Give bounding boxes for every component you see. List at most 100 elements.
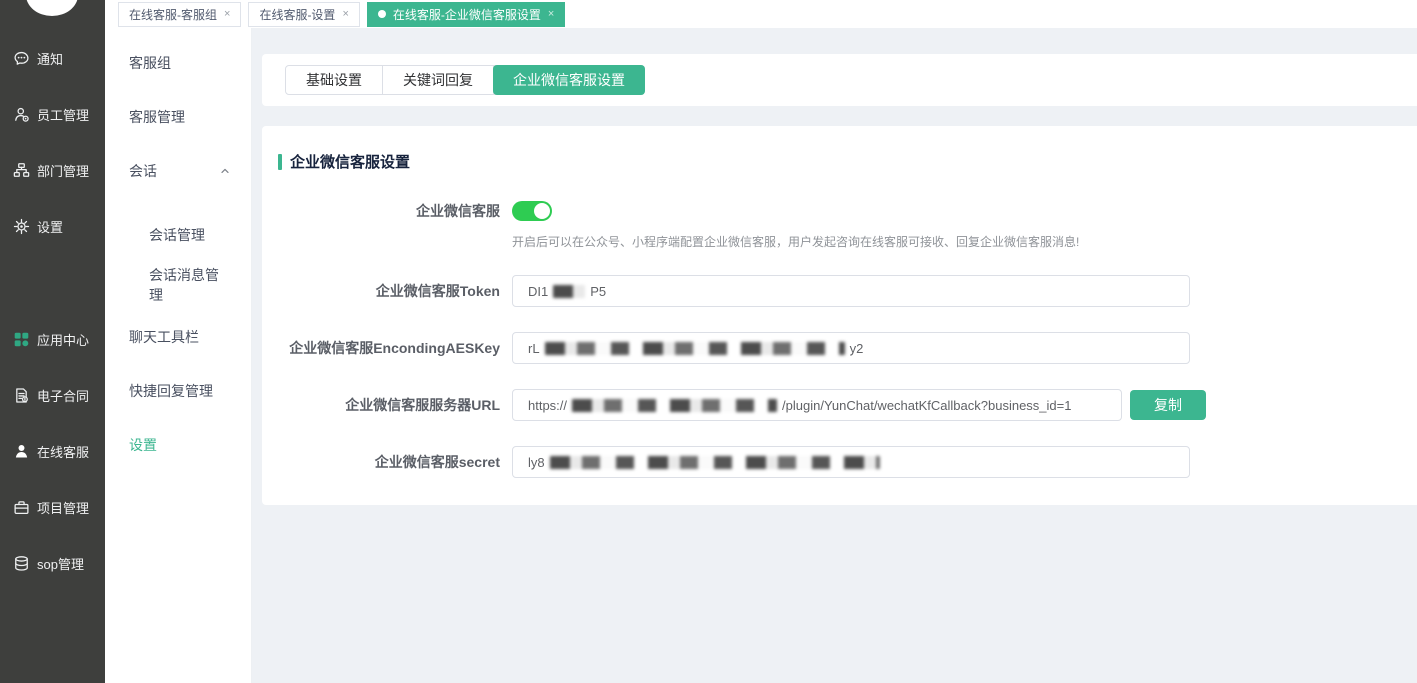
sidebar-item-label: sop管理 bbox=[37, 554, 84, 573]
window-tab-label: 在线客服-企业微信客服设置 bbox=[393, 6, 541, 23]
secret-input[interactable]: ly8 bbox=[512, 446, 1190, 478]
sidebar-item-label: 部门管理 bbox=[37, 161, 89, 180]
sidebar-item-label: 在线客服 bbox=[37, 442, 89, 461]
toggle-label: 企业微信客服 bbox=[262, 200, 512, 222]
toggle-row: 企业微信客服 开启后可以在公众号、小程序端配置企业微信客服，用户发起咨询在线客服… bbox=[262, 200, 1417, 250]
project-icon bbox=[13, 499, 30, 516]
sidebar-item-online-service[interactable]: 在线客服 bbox=[0, 423, 105, 479]
input-value-text: rL bbox=[528, 341, 540, 356]
input-value-text: ly8 bbox=[528, 455, 545, 470]
field-row-encoding-aes-key: 企业微信客服EncondingAESKey rL y2 bbox=[262, 332, 1417, 364]
close-tab-icon[interactable]: × bbox=[548, 9, 554, 20]
app-screen: 通知员工管理部门管理设置应用中心电子合同在线客服项目管理sop管理 在线客服-客… bbox=[0, 0, 1417, 683]
sidebar-item-label: 应用中心 bbox=[37, 330, 89, 349]
tab-basic-settings[interactable]: 基础设置 bbox=[286, 66, 383, 94]
primary-sidebar: 通知员工管理部门管理设置应用中心电子合同在线客服项目管理 sop管理 bbox=[0, 0, 105, 683]
window-tab-service-group[interactable]: 在线客服-客服组 × bbox=[118, 2, 241, 27]
wecom-kf-settings-panel: 企业微信客服设置 企业微信客服 开启后可以在公众号、小程序端配置企业微信客服，用… bbox=[262, 126, 1417, 505]
sidebar-item-session-management[interactable]: 会话管理 bbox=[105, 210, 251, 260]
contract-icon bbox=[13, 387, 30, 404]
input-value-text: /plugin/YunChat/wechatKfCallback?busines… bbox=[782, 398, 1071, 413]
main-content: 基础设置关键词回复企业微信客服设置 企业微信客服设置 企业微信客服 开启后可以在… bbox=[252, 28, 1417, 683]
field-label: 企业微信客服Token bbox=[262, 275, 512, 307]
field-row-secret: 企业微信客服secret ly8 bbox=[262, 446, 1417, 478]
sidebar-item-department-management[interactable]: 部门管理 bbox=[0, 142, 105, 198]
sidebar-item-label: 设置 bbox=[129, 435, 157, 455]
redacted-value bbox=[553, 285, 585, 298]
field-label: 企业微信客服secret bbox=[262, 446, 512, 478]
sidebar-item-session[interactable]: 会话 bbox=[105, 144, 251, 198]
sidebar-item-project-management[interactable]: 项目管理 bbox=[0, 479, 105, 535]
sidebar-item-employee-management[interactable]: 员工管理 bbox=[0, 86, 105, 142]
sidebar-item-label: 快捷回复管理 bbox=[129, 381, 213, 401]
redacted-value bbox=[550, 456, 880, 469]
secondary-sidebar: 客服组客服管理会话会话管理会话消息管理聊天工具栏快捷回复管理设置 bbox=[105, 28, 252, 683]
sidebar-item-session-message-management[interactable]: 会话消息管理 bbox=[105, 260, 251, 310]
sidebar-item-settings[interactable]: 设置 bbox=[0, 198, 105, 254]
app-center-icon bbox=[13, 331, 30, 348]
session-sub-group: 会话管理会话消息管理 bbox=[105, 210, 251, 310]
section-header: 企业微信客服设置 bbox=[278, 151, 1417, 172]
settings-tabs: 基础设置关键词回复企业微信客服设置 bbox=[285, 65, 645, 95]
sidebar-item-sop-management[interactable]: sop管理 bbox=[0, 535, 105, 591]
encoding-aes-key-input[interactable]: rL y2 bbox=[512, 332, 1190, 364]
sidebar-item-quick-reply-management[interactable]: 快捷回复管理 bbox=[105, 364, 251, 418]
sidebar-item-app-center[interactable]: 应用中心 bbox=[0, 311, 105, 367]
window-tab-bar: 在线客服-客服组 × 在线客服-设置 × 在线客服-企业微信客服设置 × bbox=[105, 0, 1417, 28]
field-row-token: 企业微信客服Token DI1 P5 bbox=[262, 275, 1417, 307]
tab-wecom-kf-settings[interactable]: 企业微信客服设置 bbox=[493, 65, 645, 95]
toggle-column: 开启后可以在公众号、小程序端配置企业微信客服，用户发起咨询在线客服可接收、回复企… bbox=[512, 200, 1079, 250]
sidebar-item-chat-toolbar[interactable]: 聊天工具栏 bbox=[105, 310, 251, 364]
settings-form: 企业微信客服 开启后可以在公众号、小程序端配置企业微信客服，用户发起咨询在线客服… bbox=[262, 200, 1417, 478]
close-tab-icon[interactable]: × bbox=[342, 9, 348, 20]
sidebar-item-label: 电子合同 bbox=[37, 386, 89, 405]
sidebar-item-label: 聊天工具栏 bbox=[129, 327, 199, 347]
window-tab-wecom-kf-settings[interactable]: 在线客服-企业微信客服设置 × bbox=[367, 2, 565, 27]
sidebar-item-label: 会话 bbox=[129, 161, 157, 181]
sidebar-spacer bbox=[0, 254, 105, 311]
token-input[interactable]: DI1 P5 bbox=[512, 275, 1190, 307]
sidebar-item-label: 员工管理 bbox=[37, 105, 89, 124]
window-tab-service-settings[interactable]: 在线客服-设置 × bbox=[248, 2, 359, 27]
sidebar-item-settings[interactable]: 设置 bbox=[105, 418, 251, 472]
sidebar-item-label: 客服组 bbox=[129, 53, 171, 73]
tab-keyword-reply[interactable]: 关键词回复 bbox=[383, 66, 494, 94]
field-row-server-url: 企业微信客服服务器URL https:// /plugin/YunChat/wech… bbox=[262, 389, 1417, 421]
gear-icon bbox=[13, 218, 30, 235]
sop-icon bbox=[13, 555, 30, 572]
toggle-knob bbox=[534, 203, 550, 219]
settings-tabs-panel: 基础设置关键词回复企业微信客服设置 bbox=[262, 54, 1417, 106]
input-value-text: https:// bbox=[528, 398, 567, 413]
server-url-input[interactable]: https:// /plugin/YunChat/wechatKfCallback… bbox=[512, 389, 1122, 421]
sidebar-item-e-contract[interactable]: 电子合同 bbox=[0, 367, 105, 423]
sidebar-item-label: 客服管理 bbox=[129, 107, 185, 127]
input-value-text: y2 bbox=[850, 341, 864, 356]
sidebar-item-label: 会话管理 bbox=[149, 225, 205, 245]
sidebar-item-label: 会话消息管理 bbox=[149, 265, 231, 305]
chevron-up-icon[interactable] bbox=[219, 165, 231, 177]
notification-icon bbox=[13, 50, 30, 67]
sidebar-item-notifications[interactable]: 通知 bbox=[0, 30, 105, 86]
wecom-kf-toggle[interactable] bbox=[512, 201, 552, 221]
employee-icon bbox=[13, 106, 30, 123]
field-rows: 企业微信客服Token DI1 P5 企业微信客服EncondingAESKey rL y… bbox=[262, 275, 1417, 478]
sidebar-item-service-group[interactable]: 客服组 bbox=[105, 36, 251, 90]
window-tab-label: 在线客服-设置 bbox=[259, 6, 335, 23]
input-value-text: P5 bbox=[590, 284, 606, 299]
sidebar-item-label: 通知 bbox=[37, 49, 63, 68]
close-tab-icon[interactable]: × bbox=[224, 9, 230, 20]
department-icon bbox=[13, 162, 30, 179]
input-value-text: DI1 bbox=[528, 284, 548, 299]
sidebar-item-label: 项目管理 bbox=[37, 498, 89, 517]
window-tab-label: 在线客服-客服组 bbox=[129, 6, 217, 23]
sidebar-item-label: 设置 bbox=[37, 217, 63, 236]
toggle-help-text: 开启后可以在公众号、小程序端配置企业微信客服，用户发起咨询在线客服可接收、回复企… bbox=[512, 233, 1079, 250]
section-accent-bar bbox=[278, 154, 282, 170]
sidebar-item-service-management[interactable]: 客服管理 bbox=[105, 90, 251, 144]
field-label: 企业微信客服服务器URL bbox=[262, 389, 512, 421]
active-tab-dot-icon bbox=[378, 10, 386, 18]
field-label: 企业微信客服EncondingAESKey bbox=[262, 332, 512, 364]
section-title: 企业微信客服设置 bbox=[290, 151, 410, 172]
copy-button[interactable]: 复制 bbox=[1130, 390, 1206, 420]
redacted-value bbox=[572, 399, 777, 412]
